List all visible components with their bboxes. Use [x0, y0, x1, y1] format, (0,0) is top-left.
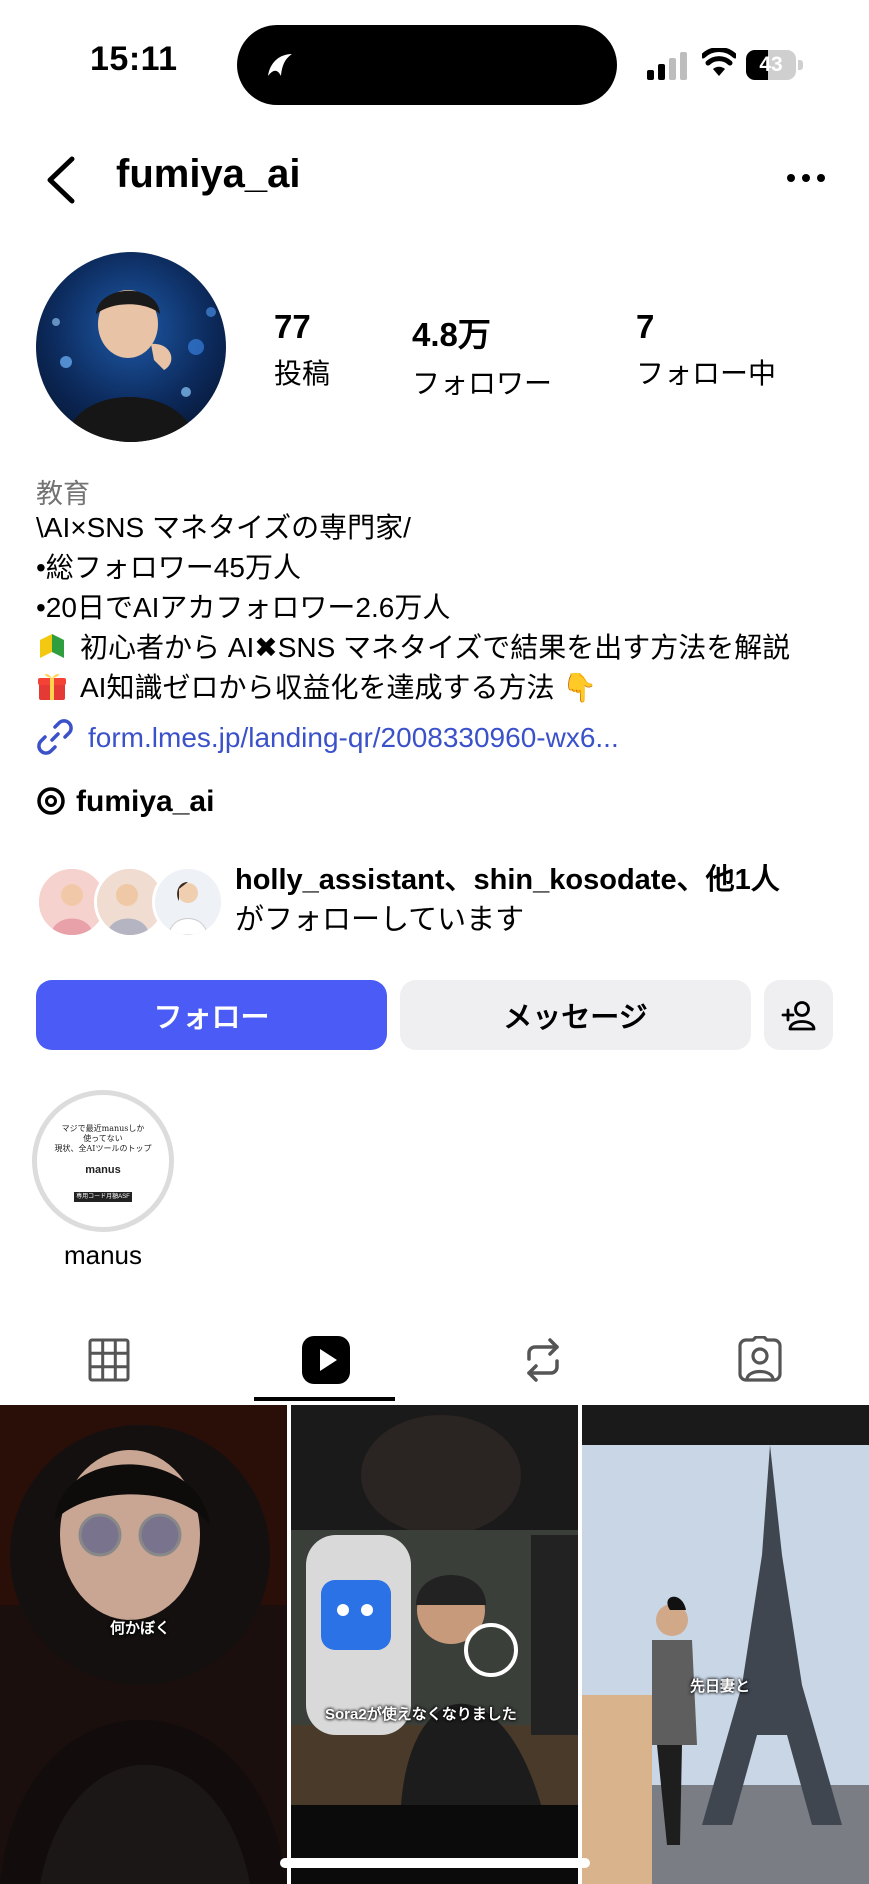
- threads-handle: fumiya_ai: [76, 785, 215, 818]
- more-options-icon[interactable]: [786, 170, 826, 186]
- pointing-down-emoji: 👇: [562, 672, 598, 703]
- reel-thumbnail[interactable]: 先日妻と: [582, 1405, 869, 1884]
- profile-avatar[interactable]: [36, 252, 226, 442]
- tab-reposts[interactable]: [434, 1320, 651, 1400]
- active-tab-indicator: [254, 1397, 395, 1401]
- story-highlight-cover: マジで最近manusしか 使ってない 現状、全AIツールのトップ manus 専…: [46, 1104, 160, 1218]
- profile-bio: \AI×SNS マネタイズの専門家/ •総フォロワー45万人 •20日でAIアカ…: [36, 508, 836, 708]
- beginner-mark-icon: [40, 634, 64, 658]
- mutual-follower-avatar: [152, 866, 224, 938]
- highlight-cover-caption: マジで最近manusしか 使ってない 現状、全AIツールのトップ: [46, 1124, 160, 1154]
- bio-line-4: 初心者から AI✖SNS マネタイズで結果を出す方法を解説: [36, 628, 836, 668]
- threads-icon: [37, 787, 65, 815]
- followed-by-text[interactable]: holly_assistant、shin_kosodate、他1人 がフォローし…: [235, 860, 835, 940]
- stat-followers[interactable]: 4.8万 フォロワー: [412, 308, 552, 402]
- home-indicator[interactable]: [280, 1858, 590, 1868]
- suggest-users-button[interactable]: [764, 980, 833, 1050]
- followed-by-names: holly_assistant、shin_kosodate、他1人: [235, 864, 780, 896]
- gift-icon: [38, 673, 66, 700]
- stat-following-value: 7: [636, 308, 655, 345]
- stat-following-label: フォロー中: [636, 358, 777, 389]
- highlight-cover-tag: 専用コード月額ASF: [74, 1192, 132, 1202]
- battery-icon: 43: [746, 50, 804, 80]
- tab-tagged[interactable]: [651, 1320, 868, 1400]
- profile-link[interactable]: form.lmes.jp/landing-qr/2008330960-wx6..…: [36, 718, 619, 756]
- profile-username: fumiya_ai: [116, 152, 301, 196]
- stat-following[interactable]: 7 フォロー中: [636, 308, 776, 392]
- profile-link-text: form.lmes.jp/landing-qr/2008330960-wx6..…: [88, 722, 619, 753]
- reel-thumbnail[interactable]: Sora2が使えなくなりました: [291, 1405, 578, 1884]
- bio-line-4-text: 初心者から AI✖SNS マネタイズで結果を出す方法を解説: [80, 632, 791, 663]
- reels-grid: 何かぼく Sora2が使えなくなりました 先日妻と: [0, 1405, 869, 1884]
- reels-icon: [301, 1336, 350, 1384]
- highlight-cover-caption-2: 使ってない: [83, 1134, 123, 1143]
- activity-icon: [268, 54, 292, 76]
- bio-line-3: •20日でAIアカフォロワー2.6万人: [36, 592, 451, 623]
- highlight-cover-logo: manus: [85, 1164, 121, 1176]
- signal-icon: [647, 52, 687, 80]
- link-icon: [37, 719, 73, 755]
- reel-caption: Sora2が使えなくなりました: [325, 1706, 517, 1723]
- story-highlight[interactable]: マジで最近manusしか 使ってない 現状、全AIツールのトップ manus 専…: [32, 1090, 174, 1232]
- stat-posts[interactable]: 77 投稿: [274, 308, 330, 392]
- tab-reels[interactable]: [217, 1320, 434, 1400]
- stat-posts-label: 投稿: [274, 358, 331, 389]
- mutual-followers-avatars[interactable]: [36, 866, 226, 938]
- stat-followers-value: 4.8万: [412, 316, 491, 353]
- add-person-icon: [781, 1001, 815, 1031]
- reel-caption: 先日妻と: [690, 1678, 751, 1695]
- tab-grid[interactable]: [0, 1320, 217, 1400]
- repost-icon: [526, 1338, 559, 1382]
- story-highlight-label: manus: [63, 1240, 143, 1270]
- reel-thumbnail[interactable]: 何かぼく: [0, 1405, 287, 1884]
- tagged-person-icon: [737, 1336, 782, 1382]
- wifi-icon: [702, 48, 736, 76]
- follow-button[interactable]: フォロー: [36, 980, 387, 1050]
- followed-by-suffix: がフォローしています: [235, 904, 525, 936]
- threads-badge[interactable]: fumiya_ai: [36, 785, 214, 819]
- grid-icon: [88, 1338, 129, 1382]
- bio-line-1: \AI×SNS マネタイズの専門家/: [36, 512, 411, 543]
- status-time: 15:11: [90, 40, 178, 78]
- stat-followers-label: フォロワー: [412, 368, 553, 399]
- highlight-cover-caption-1: マジで最近manusしか: [61, 1124, 145, 1133]
- reel-caption: 何かぼく: [110, 1620, 171, 1637]
- profile-tabs: [0, 1320, 869, 1400]
- message-button[interactable]: メッセージ: [400, 980, 751, 1050]
- profile-category: 教育: [36, 479, 90, 509]
- bio-line-5-text: AI知識ゼロから収益化を達成する方法: [80, 672, 555, 703]
- back-icon[interactable]: [44, 155, 78, 205]
- stat-posts-value: 77: [274, 308, 311, 345]
- bio-line-5: AI知識ゼロから収益化を達成する方法 👇: [36, 668, 836, 708]
- bio-line-2: •総フォロワー45万人: [36, 552, 301, 583]
- highlight-cover-caption-3: 現状、全AIツールのトップ: [54, 1144, 152, 1153]
- battery-percent: 43: [759, 53, 783, 76]
